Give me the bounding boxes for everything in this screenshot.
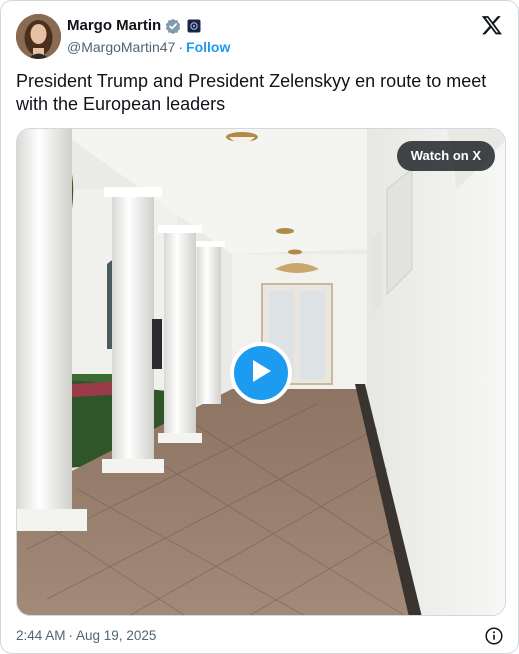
avatar[interactable]: [16, 14, 61, 59]
tweet-text: President Trump and President Zelenskyy …: [16, 71, 487, 114]
tweet-footer: 2:44 AM · Aug 19, 2025: [16, 627, 503, 645]
tweet-date: Aug 19, 2025: [76, 628, 157, 643]
avatar-image: [16, 14, 61, 59]
tweet-card: Margo Martin @MargoMartin47 · Follow Pre…: [0, 0, 519, 654]
display-name[interactable]: Margo Martin: [67, 17, 161, 34]
separator-dot: ·: [178, 39, 184, 55]
timestamp-link[interactable]: 2:44 AM · Aug 19, 2025: [16, 628, 156, 643]
play-icon: [249, 358, 273, 389]
handle-row: @MargoMartin47 · Follow: [67, 39, 230, 55]
name-row: Margo Martin: [67, 17, 201, 34]
x-logo-icon[interactable]: [481, 14, 503, 36]
play-button[interactable]: [230, 342, 292, 404]
tweet-header: Margo Martin @MargoMartin47 · Follow: [16, 14, 503, 60]
info-icon[interactable]: [485, 627, 503, 645]
handle[interactable]: @MargoMartin47: [67, 39, 175, 55]
tweet-time: 2:44 AM: [16, 628, 66, 643]
follow-button[interactable]: Follow: [186, 39, 230, 55]
watch-on-x-button[interactable]: Watch on X: [396, 141, 495, 171]
affiliation-badge-icon[interactable]: [187, 19, 201, 33]
separator-dot: ·: [68, 628, 74, 643]
verified-badge-icon: [165, 18, 181, 34]
video-player[interactable]: Watch on X: [16, 128, 506, 616]
